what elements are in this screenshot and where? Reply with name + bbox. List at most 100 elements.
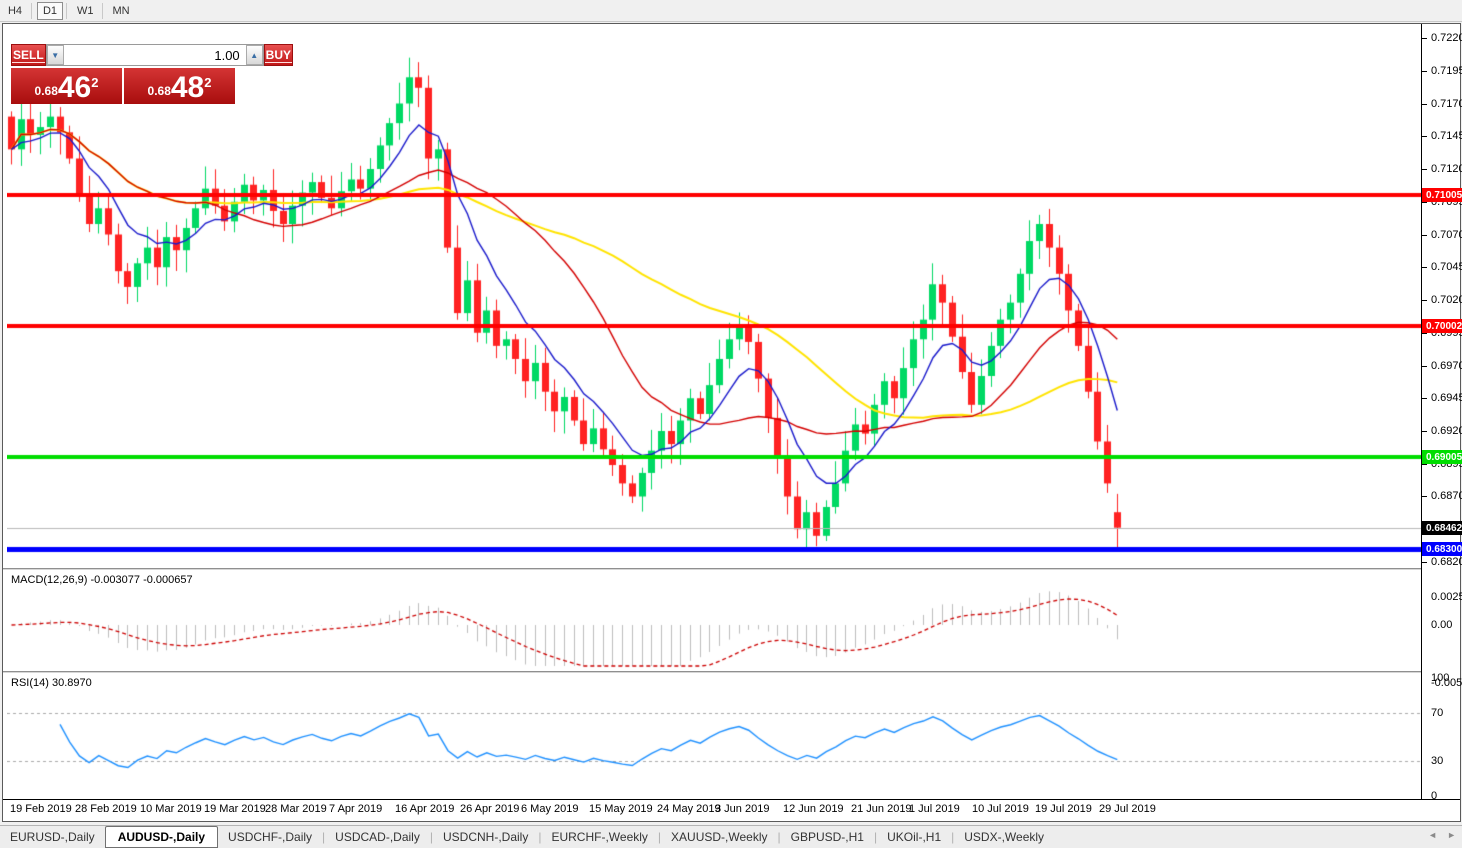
date-label-19-jul-2019: 19 Jul 2019	[1035, 803, 1092, 815]
tab-usdx-weekly[interactable]: USDX-,Weekly	[954, 828, 1054, 846]
price-tick-mark	[1422, 366, 1427, 367]
price-tick-mark	[1422, 464, 1427, 465]
toolbar-separator	[102, 3, 103, 19]
date-axis-divider	[3, 799, 1460, 800]
date-label-15-may-2019: 15 May 2019	[589, 803, 653, 815]
timeframe-button-w1[interactable]: W1	[72, 2, 99, 20]
price-tick-mark	[1422, 398, 1427, 399]
price-tick-mark	[1422, 235, 1427, 236]
toolbar-separator	[31, 3, 32, 19]
price-tick-label: 0.70200	[1431, 294, 1462, 306]
price-tick-mark	[1422, 496, 1427, 497]
buy-button[interactable]: BUY	[264, 44, 293, 66]
price-tick-label: 0.69200	[1431, 425, 1462, 437]
tab-ukoil-h1[interactable]: UKOil-,H1	[877, 828, 951, 846]
timeframe-button-mn[interactable]: MN	[108, 2, 135, 20]
date-label-29-jul-2019: 29 Jul 2019	[1099, 803, 1156, 815]
date-label-26-apr-2019: 26 Apr 2019	[460, 803, 519, 815]
rsi-axis-label: 30	[1431, 755, 1443, 767]
price-tick-mark	[1422, 300, 1427, 301]
date-label-7-apr-2019: 7 Apr 2019	[329, 803, 382, 815]
rsi-axis-label: 100	[1431, 672, 1449, 684]
one-click-trading-widget: SELL ▼ ▲ BUY 0.68 46 2	[11, 44, 235, 104]
tab-audusd-daily[interactable]: AUDUSD-,Daily	[105, 826, 218, 848]
date-label-10-jul-2019: 10 Jul 2019	[972, 803, 1029, 815]
tab-usdcnh-daily[interactable]: USDCNH-,Daily	[433, 828, 538, 846]
buy-price-quote[interactable]: 0.68 48 2	[124, 68, 235, 104]
date-label-1-jul-2019: 1 Jul 2019	[909, 803, 960, 815]
buy-price-main: 48	[171, 74, 204, 102]
date-label-24-may-2019: 24 May 2019	[657, 803, 721, 815]
timeframe-button-h4[interactable]: H4	[2, 2, 28, 20]
price-tick-mark	[1422, 267, 1427, 268]
price-axis[interactable]: 0.722000.719500.717000.714500.712000.709…	[1422, 24, 1460, 799]
tab-eurusd-daily[interactable]: EURUSD-,Daily	[0, 828, 105, 846]
price-tag-0-71005: 0.71005	[1422, 188, 1462, 202]
tab-scroll-right-icon[interactable]: ►	[1447, 830, 1456, 840]
tab-usdchf-daily[interactable]: USDCHF-,Daily	[218, 828, 322, 846]
tab-usdcad-daily[interactable]: USDCAD-,Daily	[325, 828, 430, 846]
date-label-16-apr-2019: 16 Apr 2019	[395, 803, 454, 815]
tab-scroll-left-icon[interactable]: ◄	[1428, 830, 1437, 840]
main-price-chart-canvas[interactable]	[7, 25, 1421, 567]
sell-price-main: 46	[58, 74, 91, 102]
tab-scroll-controls: ◄►	[1428, 830, 1456, 840]
macd-axis-label: 0.00	[1431, 619, 1452, 631]
chevron-down-icon: ▼	[51, 51, 59, 60]
buy-price-pips: 2	[204, 75, 211, 90]
macd-axis-label: 0.002522	[1431, 591, 1462, 603]
price-tick-label: 0.68200	[1431, 556, 1462, 568]
rsi-indicator-canvas[interactable]	[7, 674, 1421, 798]
price-tick-label: 0.69700	[1431, 360, 1462, 372]
timeframe-button-d1[interactable]: D1	[37, 2, 63, 20]
price-tick-mark	[1422, 38, 1427, 39]
sell-button[interactable]: SELL	[11, 44, 46, 66]
price-tick-label: 0.71700	[1431, 98, 1462, 110]
price-tick-mark	[1422, 136, 1427, 137]
date-label-19-feb-2019: 19 Feb 2019	[10, 803, 72, 815]
sell-price-prefix: 0.68	[35, 84, 58, 98]
rsi-label: RSI(14) 30.8970	[11, 677, 92, 689]
date-label-12-jun-2019: 12 Jun 2019	[783, 803, 844, 815]
buy-price-prefix: 0.68	[148, 84, 171, 98]
price-tick-label: 0.72200	[1431, 32, 1462, 44]
toolbar-separator	[66, 3, 67, 19]
price-tick-mark	[1422, 431, 1427, 432]
sell-price-quote[interactable]: 0.68 46 2	[11, 68, 122, 104]
date-label-10-mar-2019: 10 Mar 2019	[140, 803, 202, 815]
sell-price-pips: 2	[91, 75, 98, 90]
rsi-axis-label: 70	[1431, 707, 1443, 719]
chart-window: ▲ AUDUSD-,Daily 0.68446 0.68469 0.68278 …	[2, 23, 1461, 822]
date-label-28-mar-2019: 28 Mar 2019	[265, 803, 327, 815]
mt4-application: H4D1W1MN ▲ AUDUSD-,Daily 0.68446 0.68469…	[0, 0, 1462, 848]
rsi-axis-label: 0	[1431, 790, 1437, 802]
timeframe-toolbar: H4 D1 W1 MN	[0, 0, 1462, 22]
date-label-21-jun-2019: 21 Jun 2019	[851, 803, 912, 815]
chevron-up-icon: ▲	[250, 51, 258, 60]
volume-increase-button[interactable]: ▲	[246, 45, 263, 65]
date-label-28-feb-2019: 28 Feb 2019	[75, 803, 137, 815]
macd-label: MACD(12,26,9) -0.003077 -0.000657	[11, 574, 193, 586]
tab-eurchf-weekly[interactable]: EURCHF-,Weekly	[541, 828, 657, 846]
price-tick-mark	[1422, 104, 1427, 105]
date-label-3-jun-2019: 3 Jun 2019	[715, 803, 769, 815]
macd-indicator-canvas[interactable]	[7, 571, 1421, 670]
tab-xauusd-weekly[interactable]: XAUUSD-,Weekly	[661, 828, 777, 846]
price-tick-mark	[1422, 333, 1427, 334]
price-tag-0-70002: 0.70002	[1422, 319, 1462, 333]
price-tick-label: 0.71950	[1431, 65, 1462, 77]
tab-gbpusd-h1[interactable]: GBPUSD-,H1	[781, 828, 874, 846]
price-tick-label: 0.71200	[1431, 163, 1462, 175]
price-tick-label: 0.71450	[1431, 130, 1462, 142]
date-label-19-mar-2019: 19 Mar 2019	[204, 803, 266, 815]
price-tick-label: 0.70700	[1431, 229, 1462, 241]
price-tick-mark	[1422, 562, 1427, 563]
volume-decrease-button[interactable]: ▼	[47, 45, 64, 65]
price-tick-mark	[1422, 202, 1427, 203]
price-tick-mark	[1422, 169, 1427, 170]
volume-input[interactable]	[64, 45, 246, 65]
price-tick-label: 0.69450	[1431, 392, 1462, 404]
price-tick-label: 0.70450	[1431, 261, 1462, 273]
price-tick-label: 0.68700	[1431, 490, 1462, 502]
date-label-6-may-2019: 6 May 2019	[521, 803, 578, 815]
